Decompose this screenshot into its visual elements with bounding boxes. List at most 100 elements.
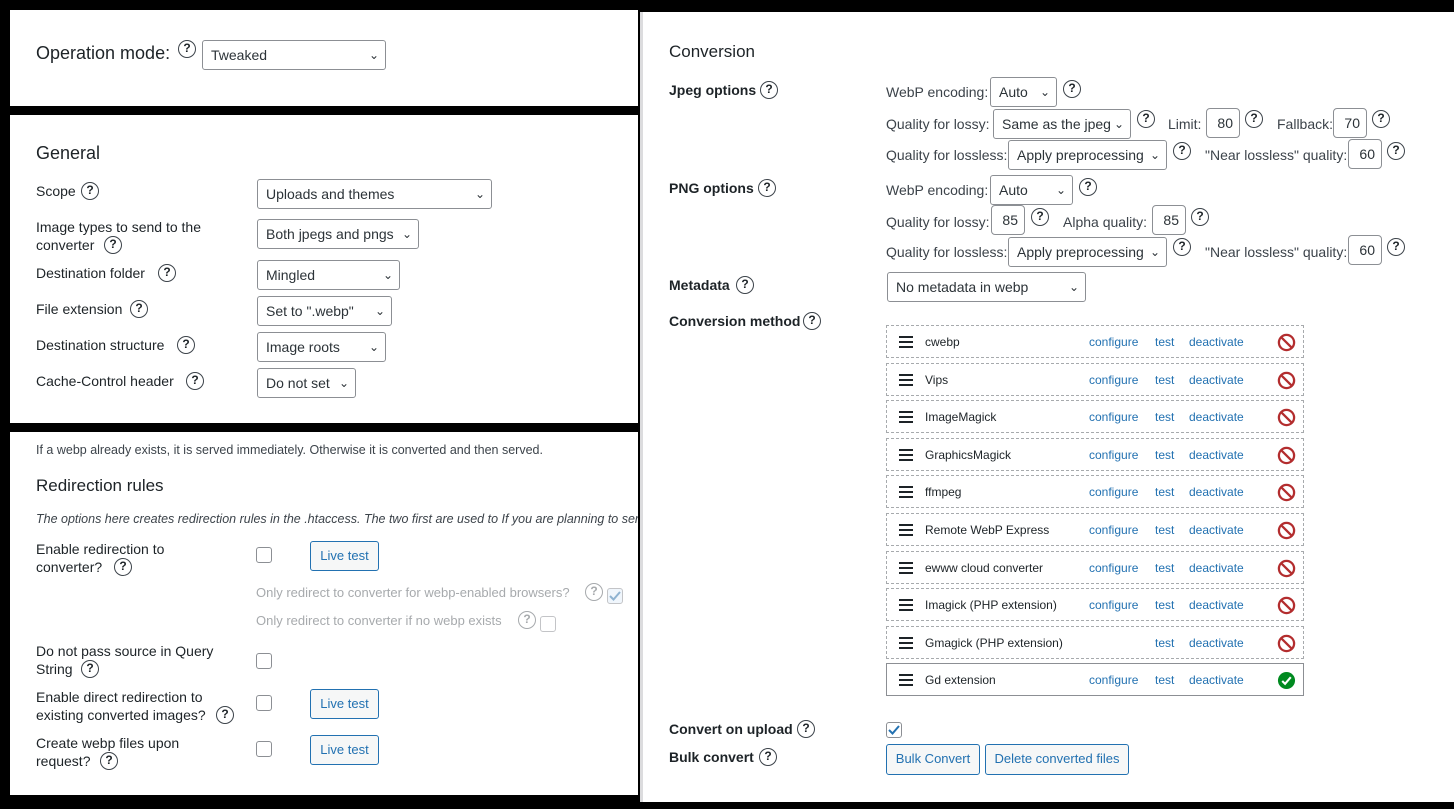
deactivate-link[interactable]: deactivate — [1189, 523, 1244, 537]
help-icon[interactable]: ? — [186, 372, 204, 390]
help-icon[interactable]: ? — [100, 752, 118, 770]
drag-handle-icon[interactable] — [899, 336, 913, 348]
jpeg-limit-input[interactable]: 80 — [1206, 108, 1240, 138]
help-icon[interactable]: ? — [760, 81, 778, 99]
drag-handle-icon[interactable] — [899, 411, 913, 424]
help-icon[interactable]: ? — [585, 583, 603, 601]
direct-redirection-checkbox[interactable] — [256, 695, 272, 711]
configure-link[interactable]: configure — [1089, 598, 1138, 612]
help-icon[interactable]: ? — [1173, 238, 1191, 256]
test-link[interactable]: test — [1155, 561, 1174, 575]
test-link[interactable]: test — [1155, 448, 1174, 462]
deactivate-link[interactable]: deactivate — [1189, 673, 1244, 687]
image-types-select[interactable]: Both jpegs and pngs ⌄ — [257, 219, 419, 249]
no-query-string-checkbox[interactable] — [256, 653, 272, 669]
cache-control-select[interactable]: Do not set ⌄ — [257, 368, 356, 398]
drag-handle-icon[interactable] — [899, 599, 913, 612]
help-icon[interactable]: ? — [1245, 110, 1263, 128]
help-icon[interactable]: ? — [104, 236, 122, 254]
bulk-convert-button[interactable]: Bulk Convert — [886, 744, 980, 775]
configure-link[interactable]: configure — [1089, 373, 1138, 387]
destination-folder-select[interactable]: Mingled ⌄ — [257, 260, 400, 290]
deactivate-link[interactable]: deactivate — [1189, 485, 1244, 499]
jpeg-fallback-input[interactable]: 70 — [1333, 108, 1367, 138]
help-icon[interactable]: ? — [1079, 178, 1097, 196]
drag-handle-icon[interactable] — [899, 524, 913, 536]
only-no-webp-checkbox[interactable] — [540, 616, 556, 632]
drag-handle-icon[interactable] — [899, 636, 913, 649]
converter-row[interactable]: cwebp configure test deactivate — [886, 325, 1304, 358]
test-link[interactable]: test — [1155, 485, 1174, 499]
jpeg-lossless-select[interactable]: Apply preprocessing ⌄ — [1008, 140, 1167, 170]
live-test-button[interactable]: Live test — [310, 689, 379, 719]
test-link[interactable]: test — [1155, 523, 1174, 537]
configure-link[interactable]: configure — [1089, 335, 1138, 349]
deactivate-link[interactable]: deactivate — [1189, 598, 1244, 612]
converter-row[interactable]: Vips configure test deactivate — [886, 362, 1304, 396]
help-icon[interactable]: ? — [803, 312, 821, 330]
deactivate-link[interactable]: deactivate — [1189, 335, 1244, 349]
converter-row[interactable]: Gmagick (PHP extension) test deactivate — [886, 625, 1304, 659]
drag-handle-icon[interactable] — [899, 561, 913, 574]
converter-row[interactable]: ImageMagick configure test deactivate — [886, 400, 1304, 434]
jpeg-lossy-select[interactable]: Same as the jpeg ⌄ — [993, 109, 1131, 139]
file-extension-select[interactable]: Set to ".webp" ⌄ — [257, 296, 392, 326]
png-alpha-input[interactable]: 85 — [1152, 205, 1186, 235]
jpeg-encoding-select[interactable]: Auto ⌄ — [990, 77, 1057, 107]
help-icon[interactable]: ? — [736, 276, 754, 294]
test-link[interactable]: test — [1155, 636, 1174, 650]
help-icon[interactable]: ? — [1372, 110, 1390, 128]
enable-redirection-checkbox[interactable] — [256, 547, 272, 563]
jpeg-near-lossless-input[interactable]: 60 — [1348, 139, 1382, 169]
configure-link[interactable]: configure — [1089, 485, 1138, 499]
png-lossless-select[interactable]: Apply preprocessing ⌄ — [1008, 237, 1167, 267]
help-icon[interactable]: ? — [1387, 238, 1405, 256]
help-icon[interactable]: ? — [158, 264, 176, 282]
converter-row[interactable]: ffmpeg configure test deactivate — [886, 475, 1304, 509]
test-link[interactable]: test — [1155, 373, 1174, 387]
converter-row[interactable]: Gd extension configure test deactivate — [886, 663, 1304, 697]
delete-converted-button[interactable]: Delete converted files — [985, 744, 1129, 775]
deactivate-link[interactable]: deactivate — [1189, 448, 1244, 462]
deactivate-link[interactable]: deactivate — [1189, 561, 1244, 575]
deactivate-link[interactable]: deactivate — [1189, 636, 1244, 650]
converter-row[interactable]: Remote WebP Express configure test deactiva… — [886, 513, 1304, 546]
convert-on-upload-checkbox[interactable] — [886, 722, 902, 738]
png-encoding-select[interactable]: Auto ⌄ — [990, 175, 1073, 205]
deactivate-link[interactable]: deactivate — [1189, 373, 1244, 387]
help-icon[interactable]: ? — [1031, 208, 1049, 226]
test-link[interactable]: test — [1155, 335, 1174, 349]
help-icon[interactable]: ? — [81, 660, 99, 678]
configure-link[interactable]: configure — [1089, 448, 1138, 462]
help-icon[interactable]: ? — [1387, 142, 1405, 160]
only-webp-browsers-checkbox[interactable] — [607, 588, 623, 604]
help-icon[interactable]: ? — [758, 179, 776, 197]
configure-link[interactable]: configure — [1089, 410, 1138, 424]
converter-row[interactable]: Imagick (PHP extension) configure test deac… — [886, 588, 1304, 622]
configure-link[interactable]: configure — [1089, 673, 1138, 687]
live-test-button[interactable]: Live test — [310, 735, 379, 765]
help-icon[interactable]: ? — [178, 40, 196, 58]
help-icon[interactable]: ? — [130, 300, 148, 318]
help-icon[interactable]: ? — [1173, 142, 1191, 160]
help-icon[interactable]: ? — [759, 748, 777, 766]
live-test-button[interactable]: Live test — [310, 541, 379, 571]
create-on-request-checkbox[interactable] — [256, 741, 272, 757]
converter-row[interactable]: ewww cloud converter configure test deactiv… — [886, 550, 1304, 584]
drag-handle-icon[interactable] — [899, 486, 913, 499]
help-icon[interactable]: ? — [177, 336, 195, 354]
configure-link[interactable]: configure — [1089, 561, 1138, 575]
help-icon[interactable]: ? — [114, 558, 132, 576]
help-icon[interactable]: ? — [518, 611, 536, 629]
drag-handle-icon[interactable] — [899, 448, 913, 461]
help-icon[interactable]: ? — [1063, 80, 1081, 98]
test-link[interactable]: test — [1155, 598, 1174, 612]
drag-handle-icon[interactable] — [899, 674, 913, 687]
deactivate-link[interactable]: deactivate — [1189, 410, 1244, 424]
test-link[interactable]: test — [1155, 410, 1174, 424]
destination-structure-select[interactable]: Image roots ⌄ — [257, 332, 386, 362]
operation-mode-select[interactable]: Tweaked ⌄ — [202, 40, 386, 70]
converter-row[interactable]: GraphicsMagick configure test deactivate — [886, 437, 1304, 471]
help-icon[interactable]: ? — [81, 182, 99, 200]
scope-select[interactable]: Uploads and themes ⌄ — [257, 179, 492, 209]
